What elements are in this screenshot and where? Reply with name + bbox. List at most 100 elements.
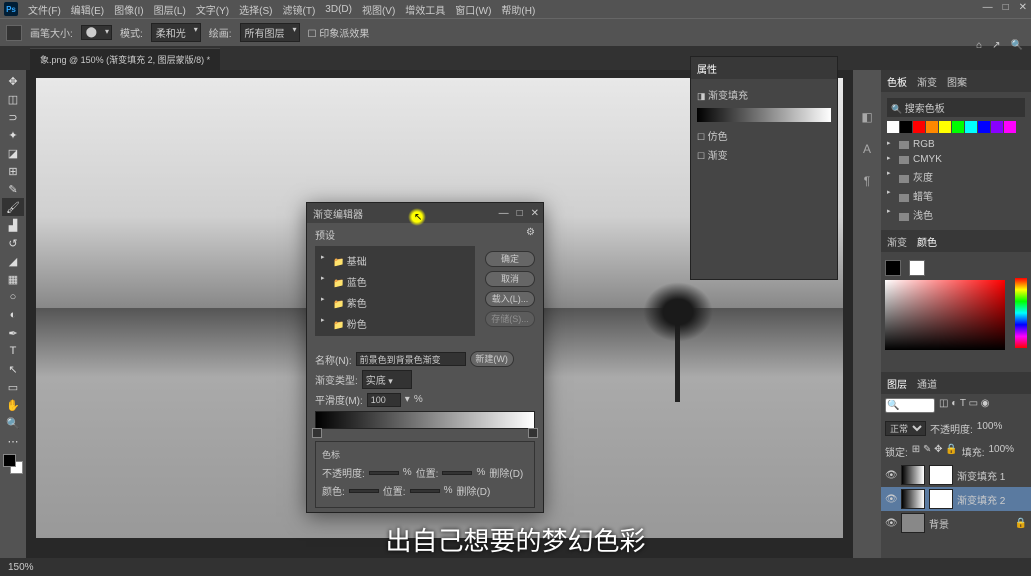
zoom-tool[interactable]: 🔍: [2, 414, 24, 432]
brush-tool[interactable]: 🖌: [2, 198, 24, 216]
type-select[interactable]: 实底 ▾: [362, 370, 412, 389]
shape-tool[interactable]: ▭: [2, 378, 24, 396]
layer-thumb[interactable]: [901, 465, 925, 485]
frame-tool[interactable]: ⊞: [2, 162, 24, 180]
history-brush-tool[interactable]: ↺: [2, 234, 24, 252]
swatch[interactable]: [991, 121, 1003, 133]
swatch-group[interactable]: 蜡笔: [887, 186, 1025, 205]
preset-folder[interactable]: 📁 蓝色: [319, 271, 471, 292]
lasso-tool[interactable]: ⊃: [2, 108, 24, 126]
blend-mode[interactable]: 正常: [885, 421, 926, 436]
menu-image[interactable]: 图像(I): [114, 2, 143, 17]
pos-input2[interactable]: [410, 489, 440, 493]
layer-row[interactable]: 👁 渐变填充 1: [881, 463, 1031, 487]
paragraph-panel-icon[interactable]: ¶: [858, 174, 876, 192]
layer-row[interactable]: 👁 渐变填充 2: [881, 487, 1031, 511]
tool-preset-icon[interactable]: [6, 25, 22, 41]
layer-row[interactable]: 👁 背景 🔒: [881, 511, 1031, 535]
ok-button[interactable]: 确定: [485, 251, 535, 267]
color-panel-icon[interactable]: ◧: [858, 110, 876, 128]
share-icon[interactable]: ↗: [992, 40, 1000, 51]
fill-value[interactable]: 100%: [989, 444, 1015, 459]
swatch[interactable]: [978, 121, 990, 133]
tab-grad[interactable]: 渐变: [887, 234, 907, 249]
color-swatch[interactable]: [3, 454, 23, 474]
mode-select[interactable]: 柔和光: [151, 23, 201, 42]
menu-file[interactable]: 文件(F): [28, 2, 61, 17]
gear-icon[interactable]: ⚙: [526, 227, 535, 242]
opacity-stop-input[interactable]: [369, 471, 399, 475]
swatch[interactable]: [952, 121, 964, 133]
dodge-tool[interactable]: ◐: [2, 306, 24, 324]
menu-edit[interactable]: 编辑(E): [71, 2, 104, 17]
preset-folder[interactable]: 📁 紫色: [319, 292, 471, 313]
delete-button2[interactable]: 删除(D): [456, 483, 490, 498]
menu-select[interactable]: 选择(S): [239, 2, 272, 17]
save-button[interactable]: 存储(S)...: [485, 311, 535, 327]
dialog-close[interactable]: ✕: [531, 208, 539, 219]
eyedropper-tool[interactable]: ✎: [2, 180, 24, 198]
more-tools[interactable]: ⋯: [2, 432, 24, 450]
delete-button[interactable]: 删除(D): [489, 465, 523, 480]
opacity-value[interactable]: 100%: [977, 421, 1003, 436]
menu-3d[interactable]: 3D(D): [325, 4, 352, 15]
preset-folder[interactable]: 📁 基础: [319, 250, 471, 271]
swatch[interactable]: [1004, 121, 1016, 133]
tab-color[interactable]: 颜色: [917, 234, 937, 249]
name-input[interactable]: [356, 352, 466, 366]
dialog-minimize[interactable]: —: [499, 208, 509, 219]
blur-tool[interactable]: ○: [2, 288, 24, 306]
swatch[interactable]: [887, 121, 899, 133]
marquee-tool[interactable]: ◫: [2, 90, 24, 108]
new-button[interactable]: 新建(W): [470, 351, 514, 367]
menu-view[interactable]: 视图(V): [362, 2, 395, 17]
paint-select[interactable]: 所有图层: [240, 23, 300, 42]
properties-tab[interactable]: 属性: [697, 61, 717, 76]
close-icon[interactable]: ✕: [1019, 2, 1027, 13]
document-tab[interactable]: 象.png @ 150% (渐变填充 2, 图层蒙版/8) *: [30, 48, 220, 70]
swatch-search[interactable]: 🔍 搜索色板: [887, 98, 1025, 117]
visibility-icon[interactable]: 👁: [885, 518, 897, 529]
menu-plugins[interactable]: 增效工具: [405, 2, 445, 17]
swatch[interactable]: [939, 121, 951, 133]
menu-type[interactable]: 文字(Y): [196, 2, 229, 17]
lock-icons[interactable]: ⊞ ✎ ✥ 🔒: [912, 444, 958, 459]
swatch-group[interactable]: RGB: [887, 137, 1025, 152]
home-icon[interactable]: ⌂: [976, 40, 982, 51]
visibility-icon[interactable]: 👁: [885, 470, 897, 481]
swatch-group[interactable]: CMYK: [887, 152, 1025, 167]
stamp-tool[interactable]: ▟: [2, 216, 24, 234]
character-panel-icon[interactable]: A: [858, 142, 876, 160]
mask-thumb[interactable]: [929, 465, 953, 485]
menu-filter[interactable]: 滤镜(T): [283, 2, 316, 17]
tab-channels[interactable]: 通道: [917, 376, 937, 391]
swatch[interactable]: [900, 121, 912, 133]
color-picker[interactable]: [885, 280, 1005, 350]
path-tool[interactable]: ↖: [2, 360, 24, 378]
swatch[interactable]: [913, 121, 925, 133]
load-button[interactable]: 载入(L)...: [485, 291, 535, 307]
visibility-icon[interactable]: 👁: [885, 494, 897, 505]
maximize-icon[interactable]: □: [1003, 2, 1009, 13]
cancel-button[interactable]: 取消: [485, 271, 535, 287]
menu-help[interactable]: 帮助(H): [501, 2, 535, 17]
swatch[interactable]: [926, 121, 938, 133]
move-tool[interactable]: ✥: [2, 72, 24, 90]
filter-icons[interactable]: ◫ ◐ T ▭ ◉: [939, 398, 990, 413]
layer-thumb[interactable]: [901, 513, 925, 533]
hue-slider[interactable]: [1015, 278, 1027, 348]
pos-input[interactable]: [442, 471, 472, 475]
gradient-bar[interactable]: [315, 411, 535, 429]
fg-color[interactable]: [885, 260, 901, 276]
wand-tool[interactable]: ✦: [2, 126, 24, 144]
mask-thumb[interactable]: [929, 489, 953, 509]
gradient-preview[interactable]: [697, 108, 831, 122]
bg-color[interactable]: [909, 260, 925, 276]
preset-folder[interactable]: 📁 红色: [319, 334, 471, 336]
tab-layers[interactable]: 图层: [887, 376, 907, 391]
swatch[interactable]: [965, 121, 977, 133]
menu-layer[interactable]: 图层(L): [154, 2, 186, 17]
swatch-group[interactable]: 浅色: [887, 205, 1025, 224]
preset-list[interactable]: 📁 基础 📁 蓝色 📁 紫色 📁 粉色 📁 红色: [315, 246, 475, 336]
swatch-group[interactable]: 灰度: [887, 167, 1025, 186]
